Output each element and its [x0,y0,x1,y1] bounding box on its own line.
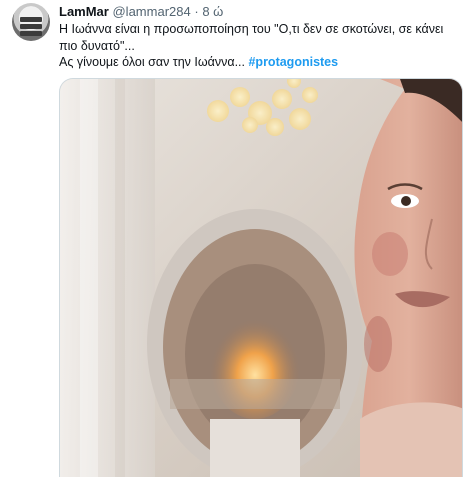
tweet-text: Η Ιωάννα είναι η προσωποποίηση του "Ο,τι… [59,21,455,71]
separator-dot: · [194,4,199,19]
tweet[interactable]: LamMar @lammar284 · 8 ώ Η Ιωάννα είναι η… [0,0,465,477]
avatar[interactable] [12,3,50,41]
tweet-header: LamMar @lammar284 · 8 ώ [59,4,223,20]
tweet-text-line1: Η Ιωάννα είναι η προσωποποίηση του "Ο,τι… [59,22,444,53]
photo-woman-mirror [60,79,462,477]
tweet-timestamp[interactable]: 8 ώ [202,4,223,19]
tweet-text-line2: Ας γίνουμε όλοι σαν την Ιωάννα... [59,55,249,69]
tweet-media-image[interactable] [59,78,463,477]
hashtag-link[interactable]: #protagonistes [248,55,338,69]
author-handle[interactable]: @lammar284 [112,4,190,19]
author-name[interactable]: LamMar [59,4,109,19]
